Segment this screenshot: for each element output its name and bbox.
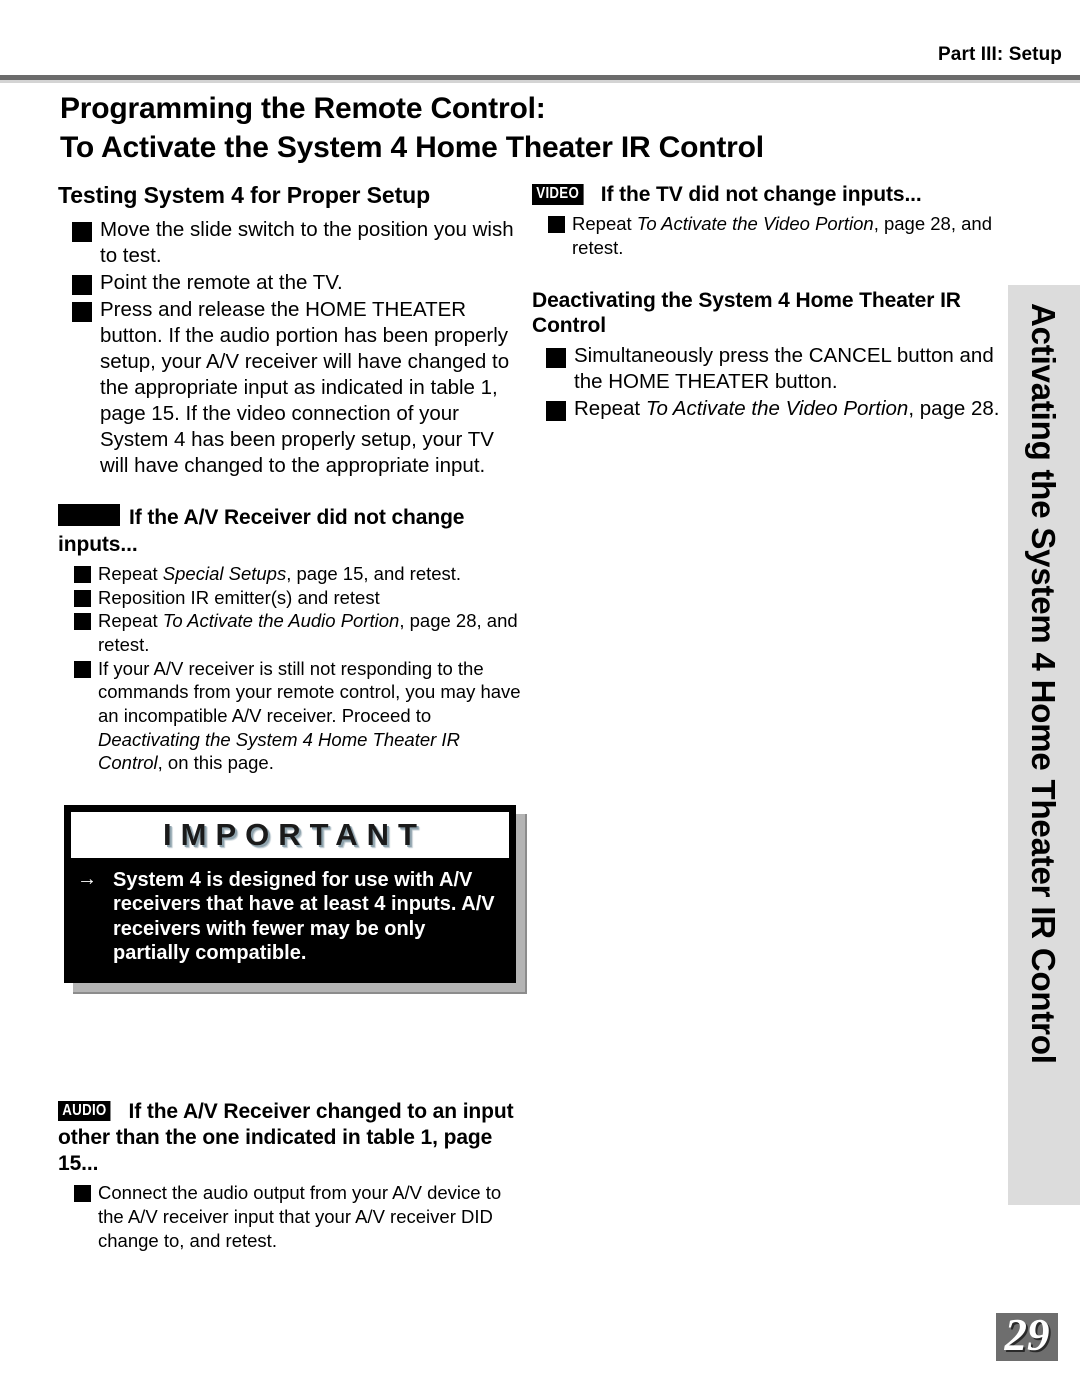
video-badge: VIDEO — [532, 184, 584, 205]
important-title: IMPORTANT — [163, 816, 426, 852]
audio-badge: AUDIO — [58, 1100, 111, 1122]
item-text-italic: To Activate the Video Portion — [645, 396, 909, 420]
page-title-line-1: Programming the Remote Control: — [60, 92, 546, 125]
list-item: Repeat Special Setups, page 15, and rete… — [58, 562, 528, 586]
list-item: Repeat To Activate the Audio Portion, pa… — [58, 609, 528, 656]
important-body: → System 4 is designed for use with A/V … — [71, 858, 509, 974]
item-text-before: Repeat — [574, 396, 646, 420]
video-section-heading-text: If the TV did not change inputs... — [600, 183, 922, 206]
item-text-italic: To Activate the Video Portion — [636, 213, 874, 235]
list-item: Connect the audio output from your A/V d… — [58, 1181, 528, 1252]
important-callout: IMPORTANT → System 4 is designed for use… — [64, 804, 516, 983]
page-title-line-2: To Activate the System 4 Home Theater IR… — [60, 130, 764, 164]
list-item: Repeat To Activate the Video Portion, pa… — [532, 212, 1002, 259]
page-number-block: 29 — [996, 1310, 1058, 1361]
item-text-after: , page 28. — [908, 396, 1000, 420]
audio-section-heading-text: If the A/V Receiver changed to an input … — [58, 1099, 514, 1176]
list-item: Repeat To Activate the Video Portion, pa… — [532, 396, 1002, 422]
page-title: Programming the Remote Control: To Activ… — [60, 92, 1000, 166]
list-item: Move the slide switch to the position yo… — [58, 217, 528, 269]
part-label: Part III: Setup — [938, 44, 1062, 65]
left-column: Testing System 4 for Proper Setup Move t… — [58, 182, 528, 1252]
section-side-tab-label: Activating the System 4 Home Theater IR … — [1025, 303, 1062, 1064]
item-text-before: Simultaneously press the CANCEL button a… — [574, 343, 994, 393]
item-text-after: , page 15, and retest. — [286, 562, 462, 584]
header-rule-divider — [0, 75, 1080, 80]
running-header: Part III: Setup — [0, 44, 1080, 74]
av-troubleshoot-list: Repeat Special Setups, page 15, and rete… — [58, 562, 528, 775]
video-section-heading: VIDEO If the TV did not change inputs... — [532, 182, 1002, 208]
audio-section-heading: AUDIO If the A/V Receiver changed to an i… — [58, 1099, 528, 1178]
audio-badge-blank — [58, 504, 120, 527]
important-text: System 4 is designed for use with A/V re… — [113, 868, 495, 965]
av-troubleshoot-heading: If the A/V Receiver did not change input… — [58, 504, 528, 558]
page-number: 29 — [1004, 1310, 1050, 1360]
deactivating-list: Simultaneously press the CANCEL button a… — [532, 343, 1002, 422]
list-item: Simultaneously press the CANCEL button a… — [532, 343, 1002, 395]
video-section-list: Repeat To Activate the Video Portion, pa… — [532, 212, 1002, 259]
list-item: Reposition IR emitter(s) and retest — [58, 586, 528, 610]
list-item: If your A/V receiver is still not respon… — [58, 657, 528, 775]
right-column: VIDEO If the TV did not change inputs... … — [532, 182, 1002, 423]
item-text-before: If your A/V receiver is still not respon… — [98, 657, 521, 726]
arrow-right-icon: → — [77, 867, 97, 890]
item-text-italic: Deactivating the System 4 Home Theater I… — [98, 728, 460, 774]
item-text-before: Reposition IR emitter(s) and retest — [98, 586, 380, 608]
item-text-italic: Special Setups — [162, 562, 287, 584]
item-text-after: , on this page. — [157, 752, 274, 774]
item-text-before: Repeat — [98, 562, 163, 584]
item-text-italic: To Activate the Audio Portion — [162, 610, 400, 632]
list-item: Press and release the HOME THEATER butto… — [58, 297, 528, 479]
item-text-before: Repeat — [572, 213, 637, 235]
audio-section-list: Connect the audio output from your A/V d… — [58, 1181, 528, 1252]
testing-steps-list: Move the slide switch to the position yo… — [58, 217, 528, 479]
deactivating-heading: Deactivating the System 4 Home Theater I… — [532, 288, 961, 338]
item-text-before: Repeat — [98, 610, 163, 632]
list-item: Point the remote at the TV. — [58, 270, 528, 296]
testing-section-heading: Testing System 4 for Proper Setup — [58, 182, 431, 208]
important-title-bar: IMPORTANT — [71, 811, 509, 858]
item-text-before: Connect the audio output from your A/V d… — [98, 1182, 502, 1251]
section-side-tab: Activating the System 4 Home Theater IR … — [1008, 285, 1080, 1205]
